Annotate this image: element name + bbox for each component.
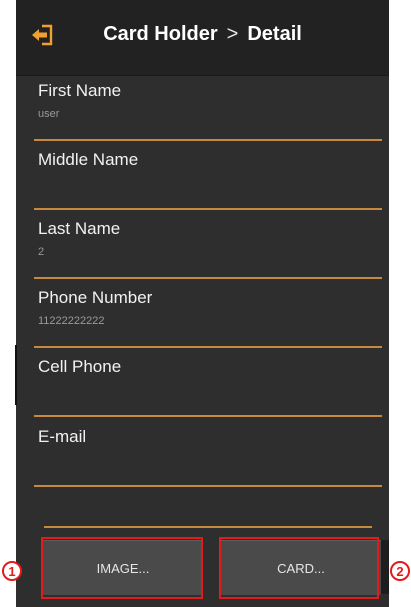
divider-line <box>44 526 372 528</box>
phone-number-value: 11222222222 <box>38 315 105 327</box>
last-name-field[interactable]: Last Name 2 <box>34 210 382 279</box>
last-name-label: Last Name <box>38 219 121 238</box>
cell-phone-label: Cell Phone <box>38 357 122 376</box>
middle-name-field[interactable]: Middle Name <box>34 141 382 210</box>
middle-name-label: Middle Name <box>38 150 139 169</box>
title-detail: Detail <box>247 23 302 45</box>
phone-number-label: Phone Number <box>38 288 153 307</box>
header-bar: Card Holder > Detail <box>16 0 389 76</box>
card-holder-detail-screen: Card Holder > Detail First Name user Middl… <box>16 0 389 607</box>
page-title: Card Holder > Detail <box>16 23 389 46</box>
last-name-value: 2 <box>38 246 45 258</box>
email-label: E-mail <box>38 427 87 446</box>
annotation-number-2: 2 <box>390 561 410 581</box>
cell-phone-field[interactable]: Cell Phone <box>34 348 382 417</box>
side-edge-mark <box>15 345 17 405</box>
email-field[interactable]: E-mail <box>34 418 382 487</box>
first-name-label: First Name <box>38 81 122 100</box>
image-button[interactable]: IMAGE... <box>43 540 203 595</box>
title-card-holder: Card Holder <box>103 23 218 45</box>
first-name-field[interactable]: First Name user <box>34 72 382 141</box>
breadcrumb-separator: > <box>226 23 239 45</box>
phone-number-field[interactable]: Phone Number 11222222222 <box>34 279 382 348</box>
field-underline <box>34 415 382 417</box>
field-underline <box>34 485 382 487</box>
screen-edge-shadow <box>381 540 389 594</box>
card-button[interactable]: CARD... <box>221 540 381 595</box>
first-name-value: user <box>38 108 60 120</box>
annotation-number-1: 1 <box>2 561 22 581</box>
